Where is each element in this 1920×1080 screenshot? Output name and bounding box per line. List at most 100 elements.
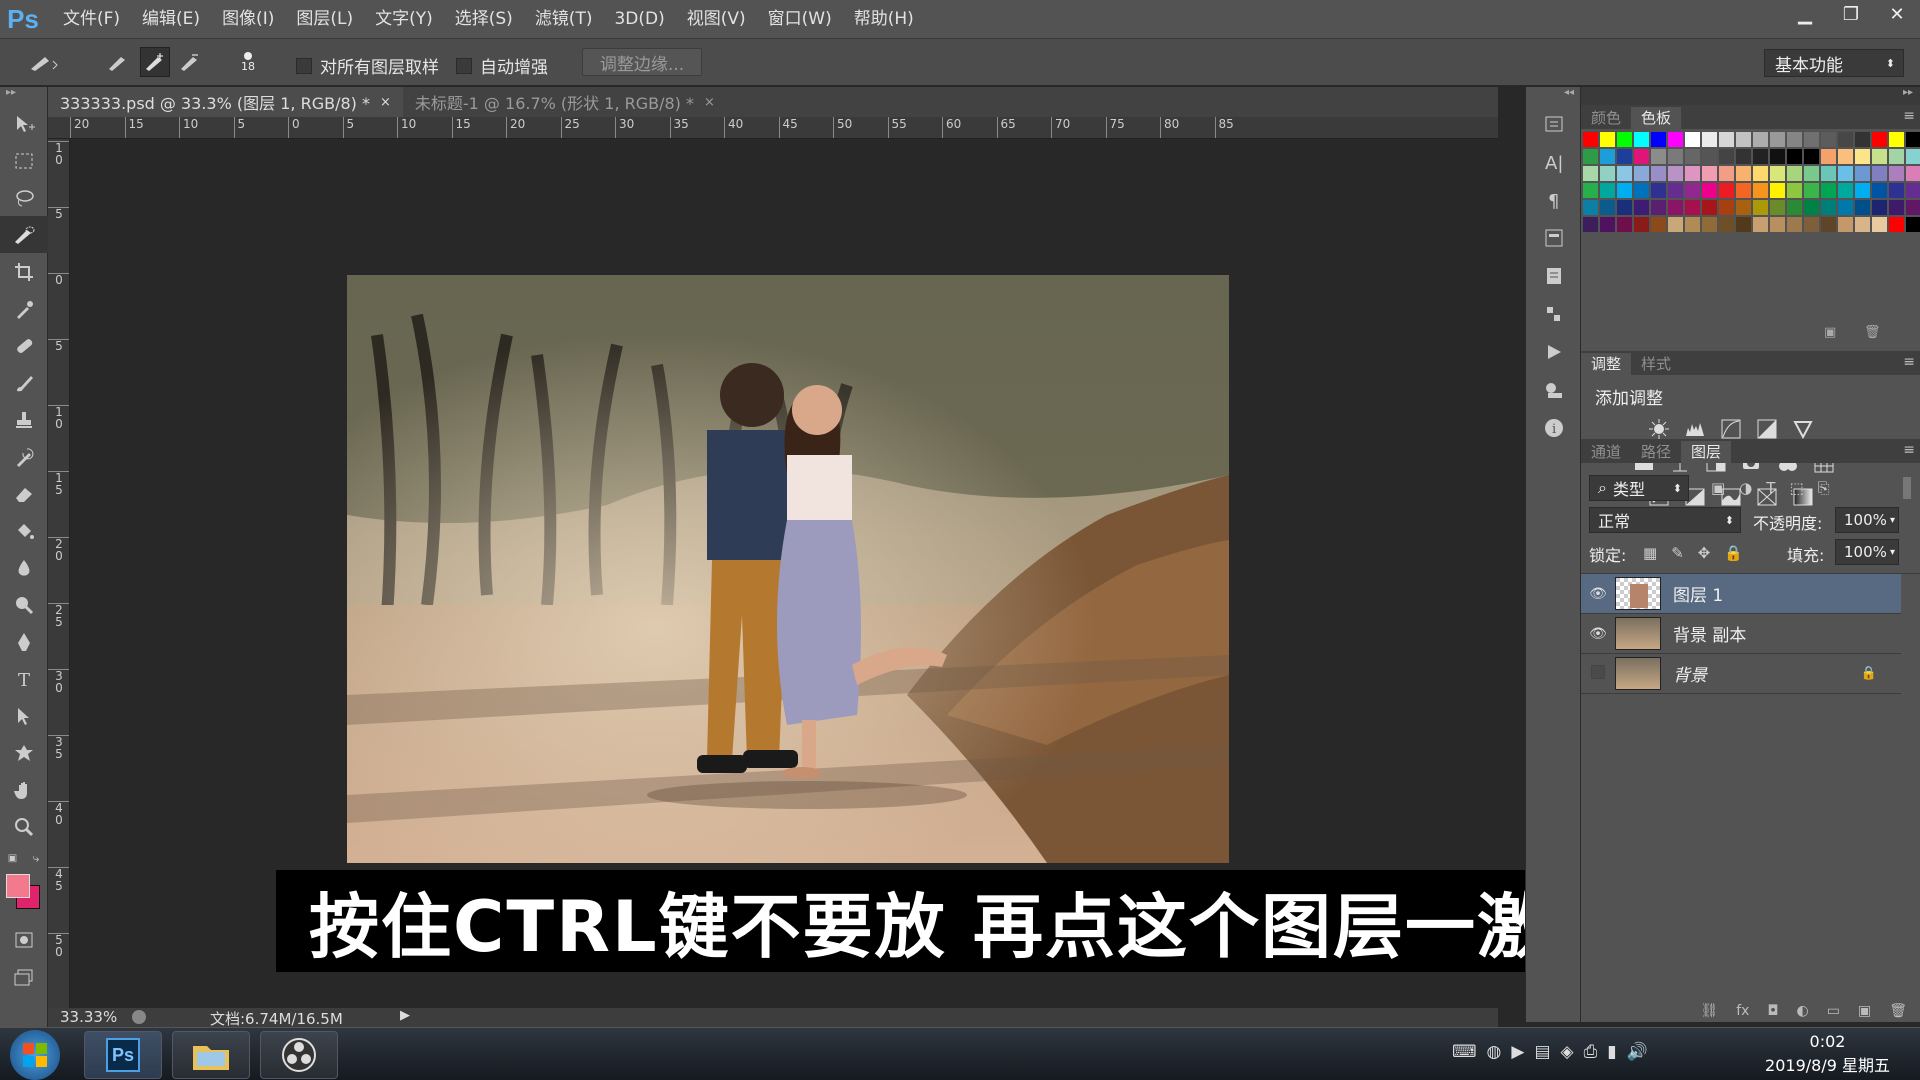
document-tab-active[interactable]: 333333.psd @ 33.3% (图层 1, RGB/8) * × (48, 87, 403, 117)
color-swatch[interactable] (1872, 166, 1887, 181)
subtract-from-selection-button[interactable] (176, 47, 204, 77)
smart-object-filter-icon[interactable]: ⎘ (1818, 479, 1830, 497)
layer-row[interactable]: 👁 图层 1 (1581, 574, 1901, 614)
color-swatch[interactable] (1685, 166, 1700, 181)
lock-pixels-icon[interactable]: ✎ (1671, 544, 1684, 562)
custom-shape-tool[interactable] (0, 734, 48, 771)
color-swatch[interactable] (1617, 200, 1632, 215)
auto-enhance-checkbox[interactable] (456, 57, 472, 74)
layer-filter-select[interactable]: ⌕ 类型 ⬍ (1589, 475, 1689, 501)
color-swatch[interactable] (1736, 132, 1751, 147)
tab-paths[interactable]: 路径 (1631, 441, 1681, 463)
zoom-tool[interactable] (0, 808, 48, 845)
pixel-filter-icon[interactable]: ▣ (1711, 479, 1725, 497)
color-swatch[interactable] (1702, 166, 1717, 181)
color-swatch[interactable] (1600, 183, 1615, 198)
close-tab-icon[interactable]: × (704, 95, 715, 110)
keyboard-icon[interactable]: ⌨ (1452, 1042, 1477, 1062)
lasso-tool[interactable] (0, 179, 48, 216)
fill-input[interactable]: 100% ▾ (1835, 539, 1899, 565)
color-swatch[interactable] (1906, 166, 1920, 181)
color-swatch[interactable] (1770, 217, 1785, 232)
color-swatch[interactable] (1872, 183, 1887, 198)
color-swatch[interactable] (1787, 132, 1802, 147)
status-menu-arrow-icon[interactable]: ▶ (400, 1008, 410, 1023)
move-tool[interactable] (0, 105, 48, 142)
shape-filter-icon[interactable]: ⬚ (1789, 479, 1803, 497)
menu-item[interactable]: 视图(V) (676, 0, 757, 38)
swap-colors-icon[interactable]: ⤷ (33, 851, 40, 866)
color-swatch[interactable] (1600, 149, 1615, 164)
add-to-selection-button[interactable] (140, 47, 170, 77)
tray-app3-icon[interactable]: ◈ (1561, 1042, 1574, 1062)
color-swatch[interactable] (1821, 166, 1836, 181)
color-swatch[interactable] (1583, 166, 1598, 181)
tab-styles[interactable]: 样式 (1631, 353, 1681, 375)
color-swatch[interactable] (1889, 183, 1904, 198)
color-swatch[interactable] (1685, 149, 1700, 164)
color-swatch[interactable] (1668, 183, 1683, 198)
menu-item[interactable]: 滤镜(T) (524, 0, 604, 38)
add-mask-icon[interactable]: ◘ (1767, 1003, 1778, 1019)
visibility-toggle-empty[interactable] (1581, 664, 1615, 683)
color-swatch[interactable] (1617, 149, 1632, 164)
color-swatch[interactable] (1889, 200, 1904, 215)
color-swatch[interactable] (1651, 200, 1666, 215)
color-swatch[interactable] (1906, 183, 1920, 198)
menu-item[interactable]: 帮助(H) (843, 0, 925, 38)
opacity-input[interactable]: 100% ▾ (1835, 507, 1899, 533)
color-swatch[interactable] (1583, 132, 1598, 147)
color-swatch[interactable] (1719, 149, 1734, 164)
color-swatch[interactable] (1634, 200, 1649, 215)
color-swatch[interactable] (1804, 166, 1819, 181)
color-swatch[interactable] (1583, 217, 1598, 232)
color-swatch[interactable] (1651, 183, 1666, 198)
volume-icon[interactable]: 🔊 (1627, 1042, 1648, 1062)
color-swatch[interactable] (1634, 149, 1649, 164)
color-swatch[interactable] (1787, 149, 1802, 164)
auto-enhance[interactable]: 自动增强 (456, 53, 548, 78)
color-swatch[interactable] (1838, 183, 1853, 198)
panel-menu-icon[interactable]: ≡ (1903, 354, 1915, 370)
clone-stamp-tool[interactable] (0, 401, 48, 438)
color-swatch[interactable] (1634, 183, 1649, 198)
color-swatch[interactable] (1736, 200, 1751, 215)
paint-bucket-tool[interactable] (0, 512, 48, 549)
brush-tool[interactable] (0, 364, 48, 401)
exposure-icon[interactable] (1754, 417, 1780, 441)
color-swatch[interactable] (1804, 149, 1819, 164)
color-swatch[interactable] (1838, 217, 1853, 232)
color-swatch[interactable] (1651, 217, 1666, 232)
curves-icon[interactable] (1718, 417, 1744, 441)
color-swatch[interactable] (1804, 183, 1819, 198)
color-swatch[interactable] (1617, 166, 1632, 181)
color-swatch[interactable] (1770, 166, 1785, 181)
tool-preset-picker[interactable] (22, 47, 66, 77)
layer-row[interactable]: 👁 背景 副本 (1581, 614, 1901, 654)
menu-item[interactable]: 图像(I) (211, 0, 285, 38)
type-filter-icon[interactable]: T (1766, 479, 1775, 497)
taskbar-photoshop[interactable]: Ps (84, 1031, 162, 1079)
color-swatch[interactable] (1583, 200, 1598, 215)
menu-item[interactable]: 选择(S) (444, 0, 524, 38)
brightness-icon[interactable] (1646, 417, 1672, 441)
hand-tool[interactable] (0, 771, 48, 808)
color-swatch[interactable] (1855, 149, 1870, 164)
layer-name[interactable]: 图层 1 (1673, 581, 1723, 606)
tray-media-icon[interactable]: ▶ (1511, 1042, 1524, 1062)
start-button[interactable] (10, 1030, 60, 1080)
tab-channels[interactable]: 通道 (1581, 441, 1631, 463)
color-swatch[interactable] (1753, 166, 1768, 181)
close-tab-icon[interactable]: × (380, 95, 391, 110)
healing-brush-tool[interactable] (0, 327, 48, 364)
color-swatch[interactable] (1685, 183, 1700, 198)
color-swatch[interactable] (1719, 200, 1734, 215)
actions-panel-button[interactable] (1526, 333, 1581, 371)
default-colors-icon[interactable]: ▣ (8, 853, 17, 864)
crop-tool[interactable] (0, 253, 48, 290)
lock-transparency-icon[interactable]: ▦ (1643, 544, 1657, 562)
color-swatch[interactable] (1617, 217, 1632, 232)
taskbar-explorer[interactable] (172, 1031, 250, 1079)
color-swatch[interactable] (1651, 149, 1666, 164)
color-swatch[interactable] (1838, 200, 1853, 215)
